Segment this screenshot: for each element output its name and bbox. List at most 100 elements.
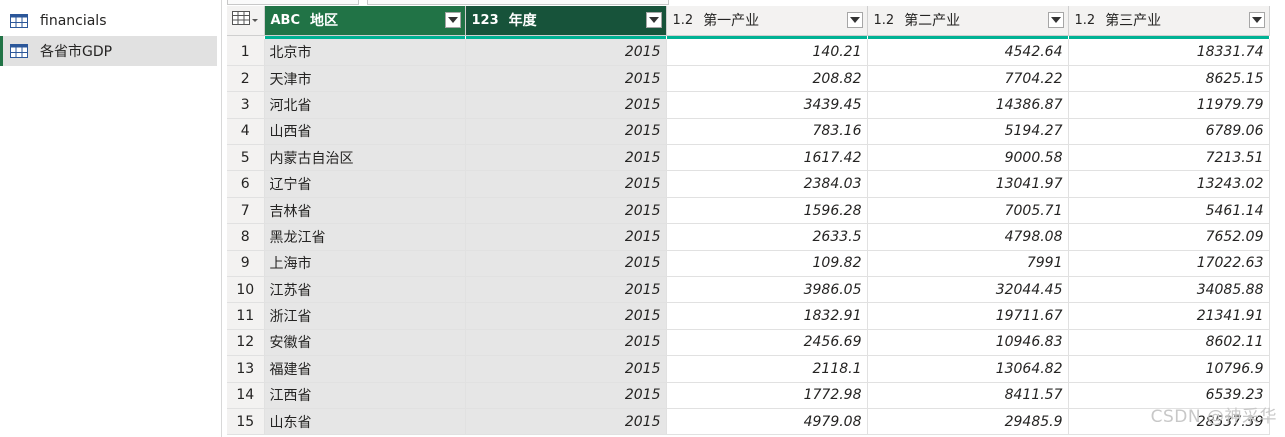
cell-tertiary-industry[interactable]: 10796.9 [1068,355,1270,383]
cell-secondary-industry[interactable]: 13041.97 [867,170,1069,198]
cell-primary-industry[interactable]: 1596.28 [666,197,868,225]
column-header-primary-industry[interactable]: 1.2 第一产业 [666,6,868,36]
cell-secondary-industry[interactable]: 10946.83 [867,329,1069,357]
cell-secondary-industry[interactable]: 9000.58 [867,144,1069,172]
cell-primary-industry[interactable]: 2118.1 [666,355,868,383]
cell-primary-industry[interactable]: 4979.08 [666,408,868,436]
cell-tertiary-industry[interactable]: 8602.11 [1068,329,1270,357]
cell-year[interactable]: 2015 [465,144,667,172]
cell-region[interactable]: 山东省 [264,408,466,436]
column-header-secondary-industry[interactable]: 1.2 第二产业 [867,6,1069,36]
cell-secondary-industry[interactable]: 4798.08 [867,223,1069,251]
cell-region[interactable]: 辽宁省 [264,170,466,198]
cell-tertiary-industry[interactable]: 7213.51 [1068,144,1270,172]
cell-primary-industry[interactable]: 783.16 [666,118,868,146]
cell-tertiary-industry[interactable]: 8625.15 [1068,65,1270,93]
table-row[interactable]: 2 天津市 2015 208.82 7704.22 8625.15 [227,65,1270,93]
query-item-financials[interactable]: financials [0,6,217,36]
cell-primary-industry[interactable]: 3439.45 [666,91,868,119]
cell-tertiary-industry[interactable]: 5461.14 [1068,197,1270,225]
cell-year[interactable]: 2015 [465,250,667,278]
cell-secondary-industry[interactable]: 13064.82 [867,355,1069,383]
column-header-year[interactable]: 123 年度 [465,6,667,36]
query-item-gdp[interactable]: 各省市GDP [0,36,217,66]
dropdown-icon[interactable] [645,12,662,28]
cell-secondary-industry[interactable]: 32044.45 [867,276,1069,304]
cell-year[interactable]: 2015 [465,170,667,198]
table-row[interactable]: 14 江西省 2015 1772.98 8411.57 6539.23 [227,382,1270,409]
cell-secondary-industry[interactable]: 7005.71 [867,197,1069,225]
text-type-icon[interactable]: ABC [271,13,301,28]
row-number[interactable]: 10 [227,276,265,304]
cell-year[interactable]: 2015 [465,91,667,119]
cell-region[interactable]: 江苏省 [264,276,466,304]
cell-secondary-industry[interactable]: 29485.9 [867,408,1069,436]
cell-tertiary-industry[interactable]: 6789.06 [1068,118,1270,146]
cell-tertiary-industry[interactable]: 34085.88 [1068,276,1270,304]
table-row[interactable]: 5 内蒙古自治区 2015 1617.42 9000.58 7213.51 [227,144,1270,172]
cell-year[interactable]: 2015 [465,382,667,409]
cell-primary-industry[interactable]: 2384.03 [666,170,868,198]
cell-primary-industry[interactable]: 208.82 [666,65,868,93]
row-number[interactable]: 8 [227,223,265,251]
table-row[interactable]: 1 北京市 2015 140.21 4542.64 18331.74 [227,39,1270,66]
dropdown-icon[interactable] [1248,12,1265,28]
cell-year[interactable]: 2015 [465,408,667,436]
cell-tertiary-industry[interactable]: 7652.09 [1068,223,1270,251]
table-row[interactable]: 4 山西省 2015 783.16 5194.27 6789.06 [227,118,1270,146]
cell-year[interactable]: 2015 [465,276,667,304]
cell-secondary-industry[interactable]: 8411.57 [867,382,1069,409]
row-number[interactable]: 7 [227,197,265,225]
cell-year[interactable]: 2015 [465,197,667,225]
cell-primary-industry[interactable]: 2633.5 [666,223,868,251]
cell-year[interactable]: 2015 [465,118,667,146]
cell-tertiary-industry[interactable]: 17022.63 [1068,250,1270,278]
cell-year[interactable]: 2015 [465,355,667,383]
row-number[interactable]: 11 [227,302,265,330]
table-row[interactable]: 9 上海市 2015 109.82 7991 17022.63 [227,250,1270,278]
table-row[interactable]: 13 福建省 2015 2118.1 13064.82 10796.9 [227,355,1270,383]
cell-region[interactable]: 上海市 [264,250,466,278]
cell-region[interactable]: 河北省 [264,91,466,119]
cell-region[interactable]: 山西省 [264,118,466,146]
cell-region[interactable]: 浙江省 [264,302,466,330]
cell-tertiary-industry[interactable]: 21341.91 [1068,302,1270,330]
row-number[interactable]: 12 [227,329,265,357]
column-header-region[interactable]: ABC 地区 [264,6,466,36]
cell-primary-industry[interactable]: 140.21 [666,39,868,66]
table-row[interactable]: 8 黑龙江省 2015 2633.5 4798.08 7652.09 [227,223,1270,251]
row-number[interactable]: 3 [227,91,265,119]
dropdown-icon[interactable] [846,12,863,28]
table-row[interactable]: 10 江苏省 2015 3986.05 32044.45 34085.88 [227,276,1270,304]
row-number[interactable]: 15 [227,408,265,436]
cell-region[interactable]: 北京市 [264,39,466,66]
cell-secondary-industry[interactable]: 19711.67 [867,302,1069,330]
table-row[interactable]: 3 河北省 2015 3439.45 14386.87 11979.79 [227,91,1270,119]
cell-region[interactable]: 福建省 [264,355,466,383]
cell-secondary-industry[interactable]: 4542.64 [867,39,1069,66]
cell-region[interactable]: 安徽省 [264,329,466,357]
decimal-type-icon[interactable]: 1.2 [874,13,895,28]
decimal-type-icon[interactable]: 1.2 [1075,13,1096,28]
cell-primary-industry[interactable]: 2456.69 [666,329,868,357]
cell-secondary-industry[interactable]: 7991 [867,250,1069,278]
column-header-tertiary-industry[interactable]: 1.2 第三产业 [1068,6,1270,36]
cell-secondary-industry[interactable]: 7704.22 [867,65,1069,93]
cell-primary-industry[interactable]: 3986.05 [666,276,868,304]
cell-year[interactable]: 2015 [465,39,667,66]
cell-tertiary-industry[interactable]: 18331.74 [1068,39,1270,66]
row-number[interactable]: 4 [227,118,265,146]
cell-region[interactable]: 黑龙江省 [264,223,466,251]
cell-tertiary-industry[interactable]: 11979.79 [1068,91,1270,119]
row-number[interactable]: 14 [227,382,265,409]
cell-secondary-industry[interactable]: 14386.87 [867,91,1069,119]
cell-year[interactable]: 2015 [465,329,667,357]
row-number[interactable]: 13 [227,355,265,383]
table-row[interactable]: 12 安徽省 2015 2456.69 10946.83 8602.11 [227,329,1270,357]
cell-primary-industry[interactable]: 1772.98 [666,382,868,409]
table-row[interactable]: 7 吉林省 2015 1596.28 7005.71 5461.14 [227,197,1270,225]
dropdown-icon[interactable] [444,12,461,28]
table-row[interactable]: 6 辽宁省 2015 2384.03 13041.97 13243.02 [227,170,1270,198]
table-row[interactable]: 11 浙江省 2015 1832.91 19711.67 21341.91 [227,302,1270,330]
cell-region[interactable]: 江西省 [264,382,466,409]
